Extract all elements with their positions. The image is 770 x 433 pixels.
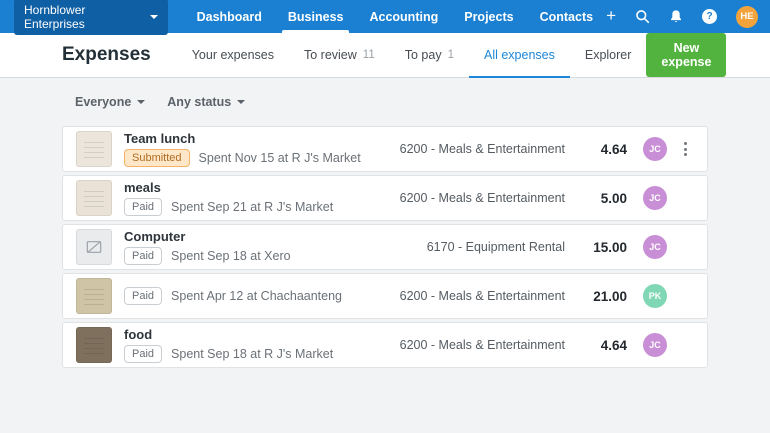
expense-category: 6200 - Meals & Entertainment	[400, 338, 565, 352]
nav-item-projects[interactable]: Projects	[451, 0, 526, 33]
tab-all-expenses[interactable]: All expenses	[469, 33, 570, 77]
help-icon[interactable]: ?	[702, 9, 717, 24]
expense-amount: 4.64	[583, 142, 627, 157]
assignee-filter-dropdown[interactable]: Everyone	[75, 95, 145, 109]
expense-amount: 21.00	[583, 289, 627, 304]
caret-down-icon	[237, 100, 245, 104]
expense-detail: Spent Sep 21 at R J's Market	[171, 200, 333, 214]
expense-detail: Spent Sep 18 at Xero	[171, 249, 291, 263]
caret-down-icon	[150, 15, 158, 19]
tab-count-badge: 1	[448, 49, 454, 61]
status-badge: Paid	[124, 287, 162, 305]
status-badge: Paid	[124, 198, 162, 216]
bell-icon[interactable]	[669, 9, 683, 24]
expense-category: 6200 - Meals & Entertainment	[400, 142, 565, 156]
page-header: Expenses Your expenses To review 11 To p…	[0, 33, 770, 78]
receipt-thumbnail[interactable]	[76, 278, 112, 314]
nav-item-contacts[interactable]: Contacts	[527, 0, 606, 33]
main-nav: Dashboard Business Accounting Projects C…	[184, 0, 606, 33]
caret-down-icon	[137, 100, 145, 104]
expense-row[interactable]: Paid Spent Apr 12 at Chachaanteng 6200 -…	[62, 273, 708, 319]
expense-row[interactable]: Team lunch Submitted Spent Nov 15 at R J…	[62, 126, 708, 172]
nav-item-dashboard[interactable]: Dashboard	[184, 0, 275, 33]
expense-detail: Spent Sep 18 at R J's Market	[171, 347, 333, 361]
expense-row[interactable]: Computer Paid Spent Sep 18 at Xero 6170 …	[62, 224, 708, 270]
expense-list: Team lunch Submitted Spent Nov 15 at R J…	[62, 126, 708, 368]
expense-amount: 15.00	[583, 240, 627, 255]
row-menu-icon[interactable]	[680, 138, 691, 160]
receipt-thumbnail[interactable]	[76, 131, 112, 167]
assignee-avatar: JC	[643, 137, 667, 161]
nav-item-business[interactable]: Business	[275, 0, 357, 33]
assignee-avatar: JC	[643, 186, 667, 210]
expense-amount: 4.64	[583, 338, 627, 353]
no-receipt-placeholder-icon	[76, 229, 112, 265]
nav-item-accounting[interactable]: Accounting	[356, 0, 451, 33]
status-badge: Paid	[124, 247, 162, 265]
search-icon[interactable]	[635, 9, 650, 24]
status-filter-dropdown[interactable]: Any status	[167, 95, 245, 109]
company-selector[interactable]: Hornblower Enterprises	[14, 0, 168, 35]
tab-to-review[interactable]: To review 11	[289, 33, 390, 77]
expense-tabs: Your expenses To review 11 To pay 1 All …	[177, 33, 647, 77]
assignee-avatar: JC	[643, 333, 667, 357]
company-name: Hornblower Enterprises	[24, 3, 143, 31]
expense-detail: Spent Nov 15 at R J's Market	[199, 151, 361, 165]
expense-category: 6200 - Meals & Entertainment	[400, 289, 565, 303]
add-icon[interactable]: +	[606, 7, 616, 24]
expense-category: 6170 - Equipment Rental	[427, 240, 565, 254]
tab-explorer[interactable]: Explorer	[570, 33, 647, 77]
top-navigation-bar: Hornblower Enterprises Dashboard Busines…	[0, 0, 770, 33]
filter-bar: Everyone Any status	[75, 95, 770, 109]
status-badge: Paid	[124, 345, 162, 363]
expense-title: meals	[124, 180, 333, 195]
tab-count-badge: 11	[363, 49, 375, 61]
page-title: Expenses	[62, 44, 151, 66]
expense-row[interactable]: food Paid Spent Sep 18 at R J's Market 6…	[62, 322, 708, 368]
expense-row[interactable]: meals Paid Spent Sep 21 at R J's Market …	[62, 175, 708, 221]
assignee-avatar: JC	[643, 235, 667, 259]
new-expense-button[interactable]: New expense	[646, 33, 726, 77]
tab-your-expenses[interactable]: Your expenses	[177, 33, 289, 77]
expense-title: food	[124, 327, 333, 342]
receipt-thumbnail[interactable]	[76, 327, 112, 363]
user-avatar[interactable]: HE	[736, 6, 758, 28]
expense-title: Computer	[124, 229, 291, 244]
expense-detail: Spent Apr 12 at Chachaanteng	[171, 289, 342, 303]
expense-category: 6200 - Meals & Entertainment	[400, 191, 565, 205]
assignee-avatar: PK	[643, 284, 667, 308]
topbar-actions: + ? HE	[606, 0, 758, 33]
status-badge: Submitted	[124, 149, 190, 167]
expense-title: Team lunch	[124, 131, 361, 146]
expense-amount: 5.00	[583, 191, 627, 206]
tab-to-pay[interactable]: To pay 1	[390, 33, 469, 77]
receipt-thumbnail[interactable]	[76, 180, 112, 216]
